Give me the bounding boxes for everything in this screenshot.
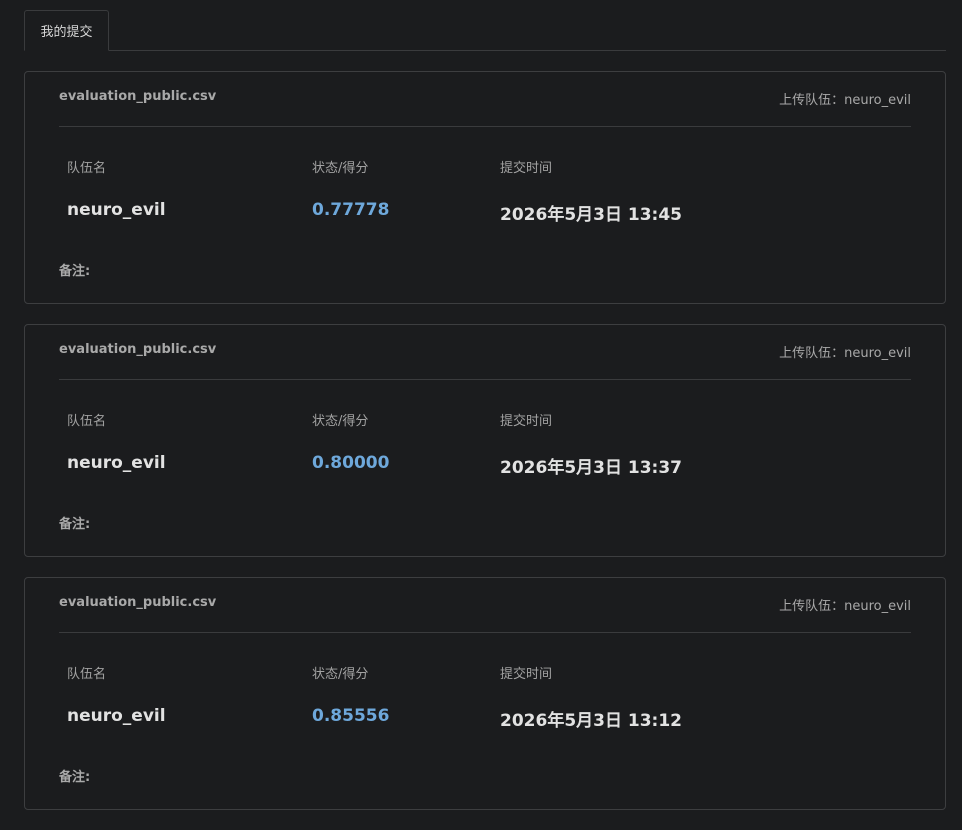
submit-time: 2026年5月3日 13:12 (500, 711, 683, 731)
score-value: 0.80000 (312, 453, 390, 473)
time-label: 提交时间 (500, 667, 553, 682)
team-name: neuro_evil (67, 200, 166, 220)
uploader-team: 上传队伍：neuro_evil (779, 93, 911, 108)
file-name: evaluation_public.csv (59, 595, 217, 610)
team-name: neuro_evil (67, 706, 166, 726)
tab-bar: 我的提交 (24, 0, 946, 51)
time-label: 提交时间 (500, 161, 553, 176)
divider (59, 126, 911, 127)
team-label: 队伍名 (67, 414, 107, 429)
note-label: 备注: (59, 264, 91, 279)
score-label: 状态/得分 (312, 667, 369, 682)
note-label: 备注: (59, 517, 91, 532)
submission-card: evaluation_public.csv 上传队伍：neuro_evil 队伍… (24, 324, 946, 557)
divider (59, 632, 911, 633)
score-value: 0.77778 (312, 200, 390, 220)
divider (59, 379, 911, 380)
note-label: 备注: (59, 770, 91, 785)
submission-card: evaluation_public.csv 上传队伍：neuro_evil 队伍… (24, 71, 946, 304)
team-name: neuro_evil (67, 453, 166, 473)
team-label: 队伍名 (67, 161, 107, 176)
team-label: 队伍名 (67, 667, 107, 682)
uploader-team: 上传队伍：neuro_evil (779, 599, 911, 614)
submission-card: evaluation_public.csv 上传队伍：neuro_evil 队伍… (24, 577, 946, 810)
submit-time: 2026年5月3日 13:37 (500, 458, 683, 478)
submit-time: 2026年5月3日 13:45 (500, 205, 683, 225)
time-label: 提交时间 (500, 414, 553, 429)
tab-my-submissions[interactable]: 我的提交 (24, 10, 109, 51)
file-name: evaluation_public.csv (59, 342, 217, 357)
score-label: 状态/得分 (312, 161, 369, 176)
submission-list: evaluation_public.csv 上传队伍：neuro_evil 队伍… (24, 71, 946, 830)
score-value: 0.85556 (312, 706, 390, 726)
file-name: evaluation_public.csv (59, 89, 217, 104)
uploader-team: 上传队伍：neuro_evil (779, 346, 911, 361)
score-label: 状态/得分 (312, 414, 369, 429)
